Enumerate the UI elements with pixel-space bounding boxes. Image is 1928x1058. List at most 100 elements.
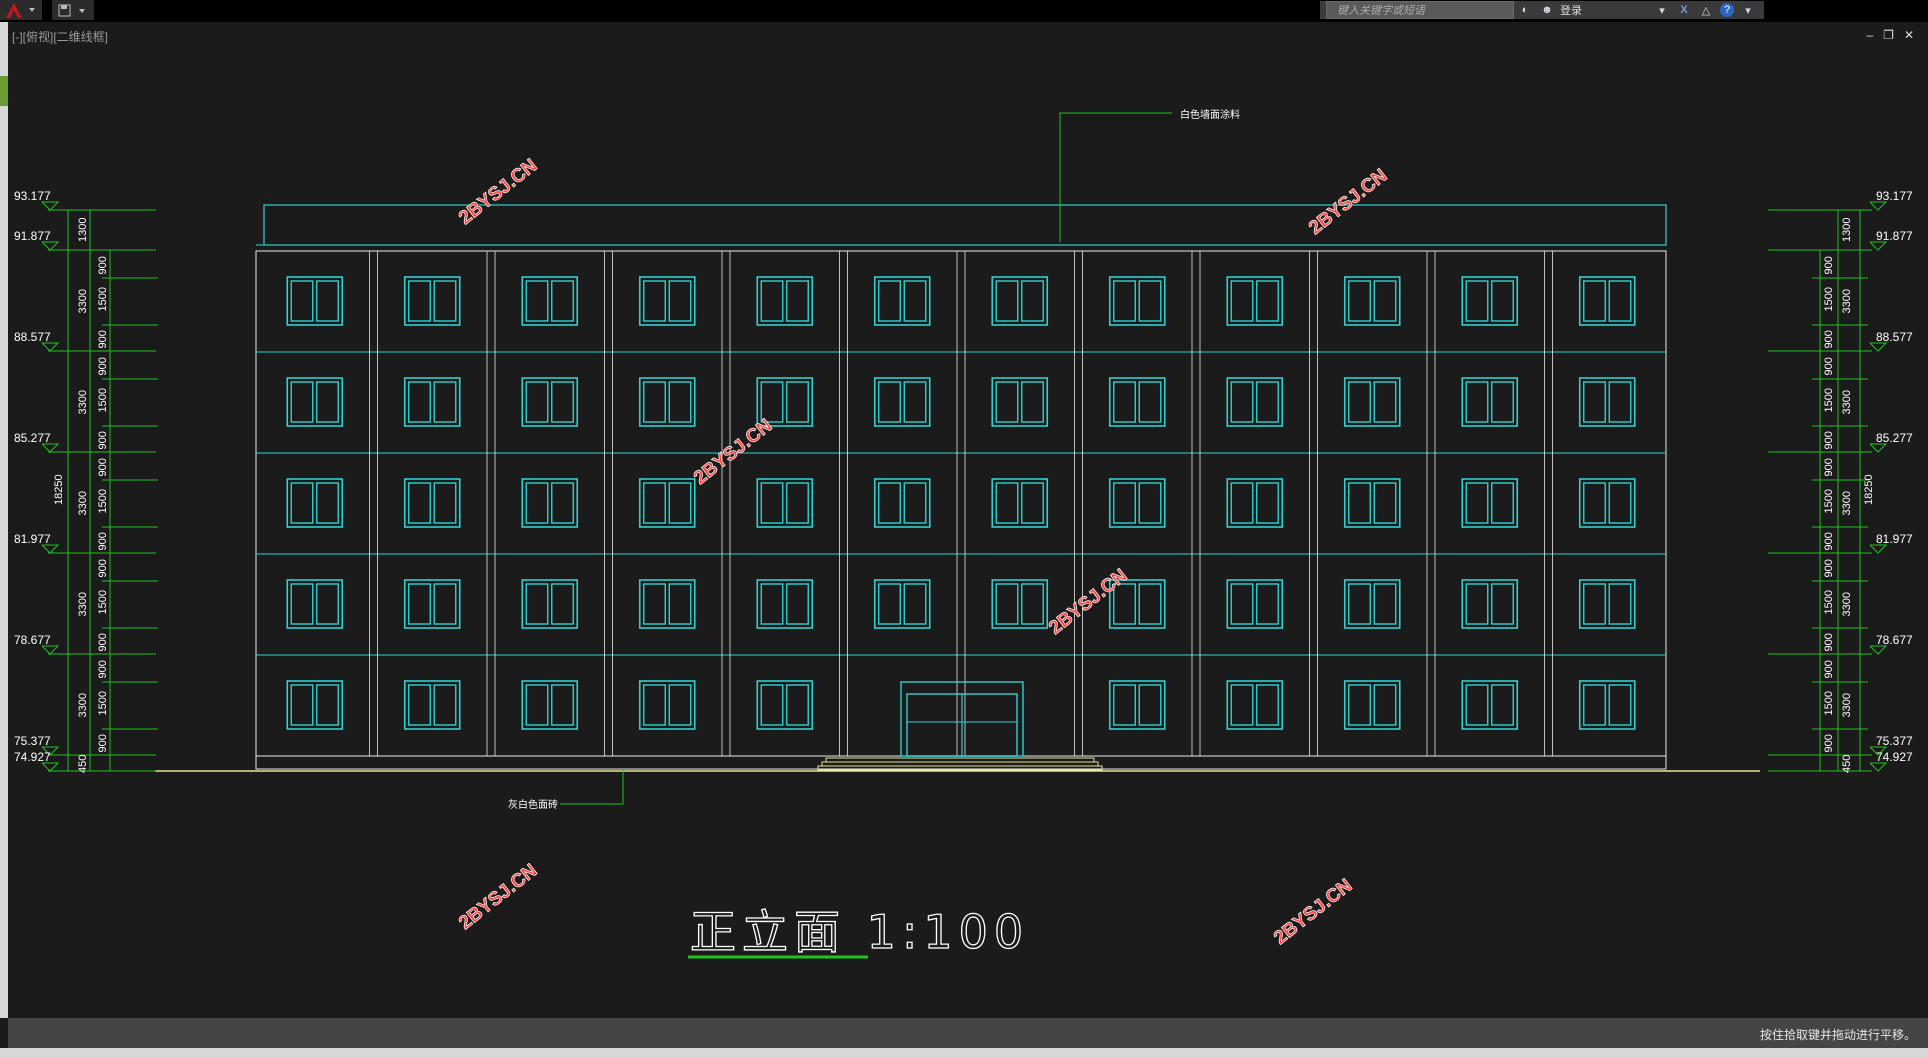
window bbox=[1226, 276, 1284, 326]
window-pane bbox=[1373, 684, 1397, 726]
elevation-label: 88.577 bbox=[14, 330, 51, 344]
elevation-marker bbox=[1869, 544, 1888, 554]
window-pane bbox=[760, 280, 784, 322]
window-pane bbox=[316, 482, 339, 524]
window bbox=[1108, 276, 1166, 326]
window-pane bbox=[290, 583, 314, 625]
window-pane bbox=[760, 381, 784, 423]
window-pane bbox=[316, 684, 339, 726]
segment-dim-label: 1500 bbox=[1823, 590, 1835, 614]
window-pane bbox=[643, 280, 666, 322]
segment-dim-label: 900 bbox=[1823, 532, 1835, 550]
window-pane bbox=[786, 280, 809, 322]
window-pane bbox=[433, 482, 457, 524]
segment-dim-label: 900 bbox=[97, 256, 109, 274]
segment-dim-label: 900 bbox=[1823, 431, 1835, 449]
window bbox=[1226, 478, 1284, 528]
status-bar: 按住拾取键并拖动进行平移。 bbox=[8, 1018, 1928, 1048]
floor-dim-label: 3300 bbox=[1841, 289, 1853, 313]
bottom-note: 灰白色面砖 bbox=[508, 798, 558, 811]
window-pane bbox=[433, 583, 457, 625]
window-pane bbox=[668, 482, 692, 524]
window-pane bbox=[525, 381, 549, 423]
annotation-notes: 白色墙面涂料 灰白色面砖 bbox=[508, 108, 1240, 811]
window-pane bbox=[551, 482, 574, 524]
window-pane bbox=[903, 583, 927, 625]
drawing-title-text: 正立面 1:100 bbox=[690, 905, 1029, 959]
window-pane bbox=[1021, 280, 1044, 322]
window-pane bbox=[1491, 381, 1514, 423]
window-pane bbox=[1583, 280, 1606, 322]
segment-dim-label: 900 bbox=[97, 458, 109, 476]
window bbox=[521, 478, 579, 528]
segment-dim-label: 900 bbox=[1823, 256, 1835, 274]
base-dim-label: 450 bbox=[77, 755, 89, 773]
segment-dim-label: 1500 bbox=[97, 590, 109, 614]
window-pane bbox=[668, 583, 692, 625]
window bbox=[286, 680, 344, 730]
window-pane bbox=[1021, 583, 1044, 625]
window-pane bbox=[1021, 482, 1044, 524]
window-pane bbox=[1230, 482, 1254, 524]
segment-dim-label: 900 bbox=[97, 734, 109, 752]
total-dim-label: 18250 bbox=[1863, 474, 1875, 505]
window bbox=[638, 377, 696, 427]
window bbox=[1578, 579, 1636, 629]
window-pane bbox=[786, 684, 809, 726]
window-pane bbox=[1608, 583, 1632, 625]
watermarks: 2BYSJ.CN 2BYSJ.CN 2BYSJ.CN 2BYSJ.CN 2BYSJ.CN… bbox=[455, 155, 1392, 949]
window-pane bbox=[1256, 684, 1279, 726]
segment-dim-label: 900 bbox=[1823, 357, 1835, 375]
parapet-dim-label: 1300 bbox=[77, 218, 89, 242]
window bbox=[1578, 276, 1636, 326]
window-pane bbox=[903, 381, 927, 423]
window-pane bbox=[1138, 583, 1162, 625]
window-pane bbox=[1256, 583, 1279, 625]
window bbox=[1108, 377, 1166, 427]
window-pane bbox=[1608, 684, 1632, 726]
elevation-label: 91.877 bbox=[1876, 229, 1913, 243]
window-pane bbox=[290, 482, 314, 524]
window bbox=[991, 478, 1049, 528]
window-pane bbox=[1491, 280, 1514, 322]
window bbox=[638, 680, 696, 730]
window bbox=[756, 276, 814, 326]
segment-dim-label: 900 bbox=[1823, 458, 1835, 476]
window-pane bbox=[525, 280, 549, 322]
floor-dim-label: 3300 bbox=[77, 693, 89, 717]
elevation-marker bbox=[41, 762, 60, 772]
segment-dim-label: 900 bbox=[97, 532, 109, 550]
segment-dim-label: 1500 bbox=[97, 691, 109, 715]
window bbox=[1343, 680, 1401, 730]
elevation-label: 81.977 bbox=[1876, 532, 1913, 546]
status-message: 按住拾取键并拖动进行平移。 bbox=[1759, 1028, 1916, 1042]
window bbox=[873, 478, 931, 528]
window-pane bbox=[433, 381, 457, 423]
total-dim-label: 18250 bbox=[53, 474, 65, 505]
elevation-label: 78.677 bbox=[1876, 633, 1913, 647]
window-pane bbox=[1256, 280, 1279, 322]
elevation-label: 74.927 bbox=[14, 750, 51, 764]
segment-dim-label: 1500 bbox=[1823, 489, 1835, 513]
window-pane bbox=[1348, 583, 1371, 625]
floor-dim-label: 3300 bbox=[1841, 491, 1853, 515]
window-pane bbox=[290, 280, 314, 322]
window-pane bbox=[1583, 381, 1606, 423]
elevation-marker bbox=[1869, 201, 1888, 211]
window-pane bbox=[1373, 381, 1397, 423]
window-pane bbox=[551, 684, 574, 726]
window-pane bbox=[1230, 280, 1254, 322]
window-pane bbox=[525, 583, 549, 625]
window-pane bbox=[408, 482, 431, 524]
window bbox=[756, 680, 814, 730]
elevation-label: 93.177 bbox=[1876, 189, 1913, 203]
window-pane bbox=[1465, 482, 1489, 524]
floor-dim-label: 3300 bbox=[1841, 390, 1853, 414]
segment-dim-label: 1500 bbox=[1823, 388, 1835, 412]
floor-dim-label: 3300 bbox=[77, 390, 89, 414]
window bbox=[286, 276, 344, 326]
watermark-text: 2BYSJ.CN bbox=[1270, 875, 1356, 949]
drawing-title: 正立面 1:100 bbox=[688, 904, 1029, 960]
elevation-label: 93.177 bbox=[14, 189, 51, 203]
watermark-text: 2BYSJ.CN bbox=[1305, 165, 1391, 239]
